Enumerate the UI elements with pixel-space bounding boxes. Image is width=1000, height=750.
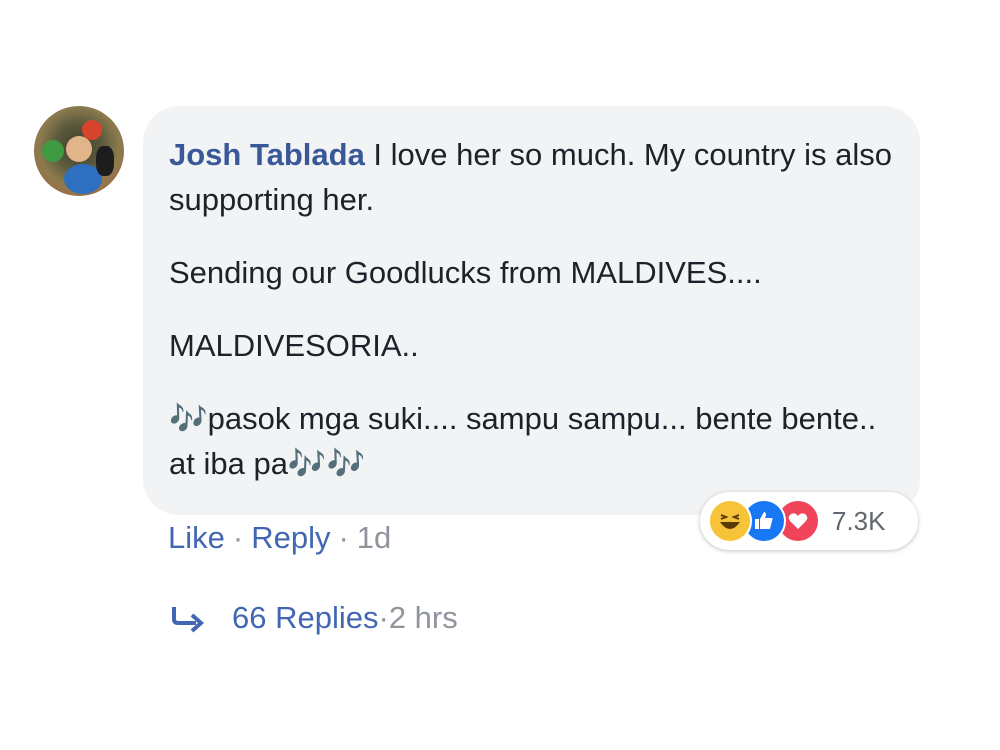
comment-actions: Like · Reply · 1d	[168, 520, 391, 556]
separator: ·	[232, 520, 244, 555]
avatar-decor	[42, 140, 64, 162]
haha-icon	[708, 499, 752, 543]
comment-paragraph: Josh Tablada I love her so much. My coun…	[169, 132, 894, 222]
comment-timestamp[interactable]: 1d	[357, 520, 391, 556]
comment-bubble: Josh Tablada I love her so much. My coun…	[143, 106, 920, 515]
like-button[interactable]: Like	[168, 520, 225, 556]
replies-timestamp: 2 hrs	[388, 600, 458, 635]
reply-button[interactable]: Reply	[251, 520, 330, 556]
comment-paragraph: MALDIVESORIA..	[169, 328, 419, 363]
avatar[interactable]	[34, 106, 124, 196]
reactions-summary[interactable]: 7.3K	[700, 492, 918, 550]
comment-paragraph: 🎶pasok mga suki.... sampu sampu... bente…	[169, 401, 877, 481]
comment-paragraph: Sending our Goodlucks from MALDIVES....	[169, 255, 762, 290]
reaction-count: 7.3K	[832, 505, 886, 536]
replies-count[interactable]: 66 Replies	[232, 600, 378, 636]
view-replies-link[interactable]: 66 Replies · 2 hrs	[168, 600, 458, 636]
separator: ·	[378, 600, 389, 635]
author-name-link[interactable]: Josh Tablada	[169, 137, 365, 172]
reply-arrow-icon	[172, 607, 205, 633]
avatar-decor	[66, 136, 92, 162]
avatar-decor	[96, 146, 114, 176]
separator: ·	[338, 520, 349, 555]
